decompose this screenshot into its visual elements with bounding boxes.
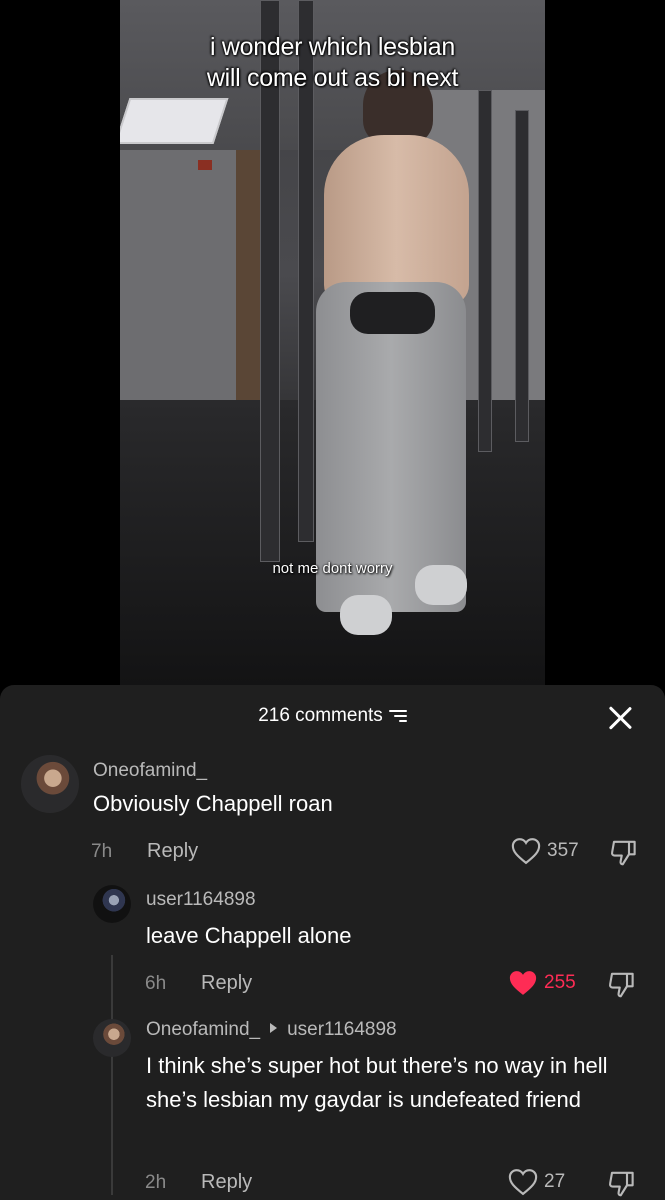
- gym-wall-left: [120, 150, 250, 400]
- person-shoe-left: [340, 595, 392, 635]
- dislike-icon[interactable]: [609, 839, 639, 867]
- comment-count-label: 216 comments: [258, 705, 383, 726]
- reply-button[interactable]: Reply: [201, 972, 252, 995]
- like-button[interactable]: 255: [508, 969, 576, 997]
- comment-text: leave Chappell alone: [146, 923, 352, 948]
- comment-time: 7h: [91, 841, 113, 862]
- video-frame: [120, 0, 545, 685]
- dislike-icon[interactable]: [607, 1170, 637, 1198]
- reply-button[interactable]: Reply: [147, 840, 198, 863]
- like-count: 27: [544, 1171, 566, 1192]
- person-gloves: [350, 292, 435, 334]
- comment-username-line: Oneofamind_ user1164898: [146, 1019, 397, 1041]
- avatar[interactable]: [93, 1019, 131, 1057]
- comment-username[interactable]: Oneofamind_: [146, 1019, 260, 1040]
- like-button[interactable]: 27: [508, 1168, 565, 1196]
- comments-header: 216 comments: [0, 705, 665, 735]
- ceiling-light: [120, 98, 229, 144]
- filter-icon[interactable]: [388, 709, 407, 723]
- video-caption-sticker: not me dont worry: [272, 560, 393, 577]
- comment-username[interactable]: Oneofamind_: [93, 760, 207, 782]
- dislike-icon[interactable]: [607, 971, 637, 999]
- comment-text: Obviously Chappell roan: [93, 791, 333, 816]
- reply-button[interactable]: Reply: [201, 1171, 252, 1194]
- comment-username[interactable]: user1164898: [146, 889, 256, 911]
- comment-text: I think she’s super hot but there’s no w…: [146, 1053, 608, 1112]
- comment-reply-item: user1164898 leave Chappell alone 6h Repl…: [0, 885, 665, 1005]
- heart-icon: [511, 838, 541, 865]
- video-caption-top: i wonder which lesbian will come out as …: [206, 33, 459, 92]
- comment-count-filter[interactable]: 216 comments: [258, 705, 407, 727]
- like-button[interactable]: 357: [511, 837, 579, 865]
- video-player[interactable]: i wonder which lesbian will come out as …: [0, 0, 665, 685]
- heart-filled-icon: [509, 971, 537, 995]
- rack-post-right-2: [515, 110, 529, 442]
- avatar[interactable]: [21, 755, 79, 813]
- like-count: 357: [547, 840, 579, 861]
- comment-reply-item: Oneofamind_ user1164898 I think she’s sup…: [0, 1015, 665, 1200]
- comment-time: 6h: [145, 973, 167, 994]
- rack-post-right: [478, 90, 492, 452]
- comments-sheet: 216 comments Oneofamind_ Obviously Chapp…: [0, 685, 665, 1200]
- gym-door: [236, 150, 262, 420]
- reply-arrow-icon: [270, 1023, 278, 1033]
- close-icon[interactable]: [607, 705, 633, 731]
- reply-to-username[interactable]: user1164898: [287, 1019, 397, 1040]
- like-count: 255: [544, 972, 576, 993]
- comment-time: 2h: [145, 1172, 167, 1193]
- person-back: [324, 135, 469, 305]
- heart-icon: [508, 1169, 538, 1196]
- exit-sign: [198, 160, 212, 170]
- comment-item: Oneofamind_ Obviously Chappell roan 7h R…: [0, 755, 665, 875]
- avatar[interactable]: [93, 885, 131, 923]
